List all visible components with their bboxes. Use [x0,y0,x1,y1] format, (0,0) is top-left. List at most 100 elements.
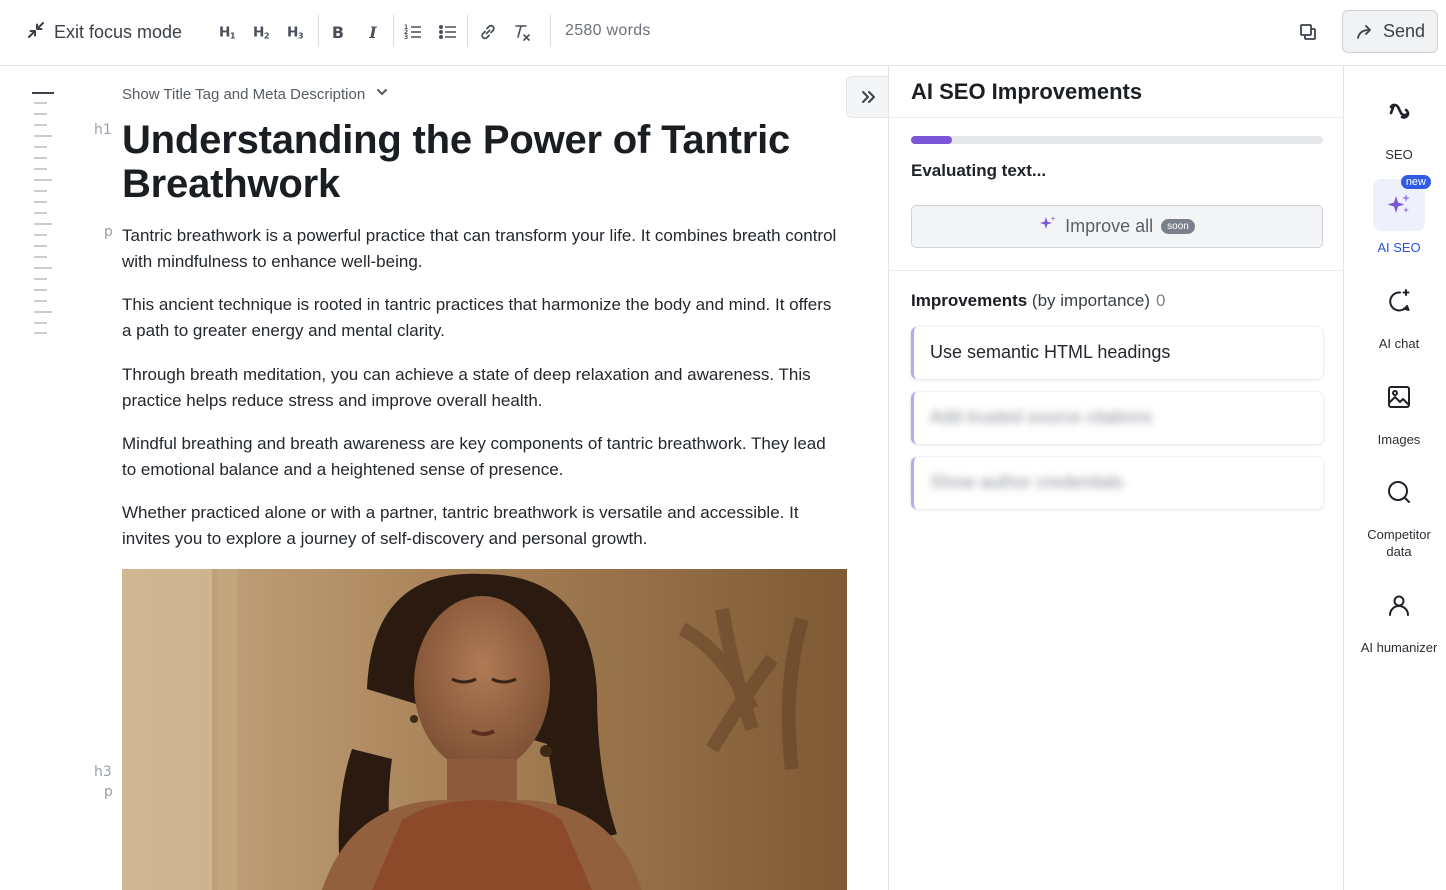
link-button[interactable] [478,19,498,45]
outline-tick [34,256,47,258]
meditating-woman-image [122,569,847,890]
heading-1-icon: H1 [219,25,236,41]
document-title[interactable]: Understanding the Power of Tantric Breat… [122,118,842,206]
outline-tick [34,223,52,225]
svg-text:1: 1 [230,30,236,40]
word-count: 2580 words [565,22,651,39]
improvements-heading-bold: Improvements [911,291,1028,310]
search-icon [1373,466,1425,518]
svg-text:H: H [253,25,264,41]
improve-all-button[interactable]: Improve all soon [911,205,1323,248]
paragraph[interactable]: This ancient technique is rooted in tant… [122,292,842,344]
user-icon [1373,579,1425,631]
heading-2-button[interactable]: H2 [252,19,274,45]
outline-tick [34,168,47,170]
send-button[interactable]: Send [1342,10,1438,53]
heading-3-icon: H3 [287,25,304,41]
outline-tick [34,157,47,159]
send-label: Send [1382,21,1426,41]
outline-tick [34,102,47,104]
seo-icon [1373,86,1425,138]
improvements-count: 0 [1156,291,1166,310]
bullet-list-button[interactable] [438,19,458,45]
improvement-item[interactable]: Show author credentials [911,457,1323,509]
collapse-panel-button[interactable] [846,76,889,118]
evaluation-progress-fill [911,136,953,144]
sidebar-item-label: AI humanizer [1360,640,1438,655]
outline-tick [34,300,47,302]
svg-text:3: 3 [404,34,408,41]
bold-button[interactable]: B [330,19,346,45]
outline-tick [34,179,52,181]
editor-toolbar: Exit focus mode H1 H2 H3 B I 123 2580 wo… [0,0,1446,66]
outline-tick [34,289,47,291]
collapse-arrows-icon [26,20,46,45]
block-tag-p: p [104,784,113,800]
sidebar-item-ai-seo[interactable]: new AI SEO [1348,175,1446,256]
block-tag-h1: h1 [94,122,112,138]
toolbar-divider [467,15,468,47]
outline-tick [34,332,47,334]
sidebar-item-ai-chat[interactable]: AI chat [1348,275,1446,352]
tool-sidebar: SEO new AI SEO AI chat Images Competitor… [1344,66,1446,890]
panel-title: AI SEO Improvements [889,66,1343,118]
copy-icon [1300,24,1316,40]
improvement-item-label: Add trusted source citations [930,407,1153,427]
new-badge: new [1400,175,1431,189]
paragraph[interactable]: Mindful breathing and breath awareness a… [122,431,842,483]
sidebar-item-ai-humanizer[interactable]: AI humanizer [1348,579,1446,656]
svg-text:H: H [219,25,230,41]
sidebar-item-seo[interactable]: SEO [1348,86,1446,163]
improvement-item-label: Show author credentials [930,472,1124,492]
improvements-heading-rest: (by importance) [1027,291,1151,310]
double-chevron-right-icon [862,91,875,103]
outline-tick [34,212,47,214]
paragraph[interactable]: Tantric breathwork is a powerful practic… [122,223,842,275]
outline-tick [34,146,47,148]
clear-formatting-icon [515,25,530,41]
ordered-list-icon: 123 [404,24,421,41]
outline-tick [34,311,52,313]
evaluation-status: Evaluating text... [911,161,1047,180]
outline-tick [34,201,47,203]
improvement-item-label: Use semantic HTML headings [930,342,1171,362]
outline-tick [34,234,47,236]
heading-1-button[interactable]: H1 [218,19,240,45]
italic-button[interactable]: I [365,19,381,45]
outline-tick [34,113,47,115]
exit-focus-mode-label: Exit focus mode [54,21,183,42]
title-tag-meta-label: Show Title Tag and Meta Description [122,85,366,103]
exit-focus-mode-button[interactable]: Exit focus mode [26,20,182,44]
ai-seo-panel: AI SEO Improvements Evaluating text... I… [888,66,1344,890]
outline-tick [32,92,54,94]
paragraph[interactable]: Through breath meditation, you can achie… [122,362,842,414]
outline-tick [34,278,47,280]
copy-button[interactable] [1296,20,1320,44]
paragraph[interactable]: Whether practiced alone or with a partne… [122,500,842,552]
ordered-list-button[interactable]: 123 [403,19,423,45]
chat-icon [1373,275,1425,327]
toolbar-divider [318,15,319,47]
sparkle-icon [1039,215,1057,238]
heading-3-button[interactable]: H3 [286,19,308,45]
outline-tick [34,245,47,247]
share-arrow-icon [1357,24,1371,39]
sidebar-item-label: Images [1377,432,1421,447]
outline-tick [34,135,52,137]
improvement-item[interactable]: Use semantic HTML headings [911,327,1323,379]
block-tag-h3: h3 [94,764,112,780]
heading-2-icon: H2 [253,25,270,41]
link-icon [481,24,495,40]
sidebar-item-images[interactable]: Images [1348,371,1446,448]
outline-tick [34,267,52,269]
chevron-down-icon [375,85,389,103]
sidebar-item-competitor-data[interactable]: Competitor data [1348,466,1446,560]
article-image[interactable] [122,569,847,890]
evaluation-progress [911,136,1323,144]
sidebar-item-label: Competitor data [1367,527,1431,559]
improvement-item[interactable]: Add trusted source citations [911,392,1323,444]
sidebar-item-label: AI SEO [1377,240,1421,255]
title-tag-meta-toggle[interactable]: Show Title Tag and Meta Description [122,85,389,103]
clear-formatting-button[interactable] [512,19,532,45]
toolbar-divider [393,15,394,47]
